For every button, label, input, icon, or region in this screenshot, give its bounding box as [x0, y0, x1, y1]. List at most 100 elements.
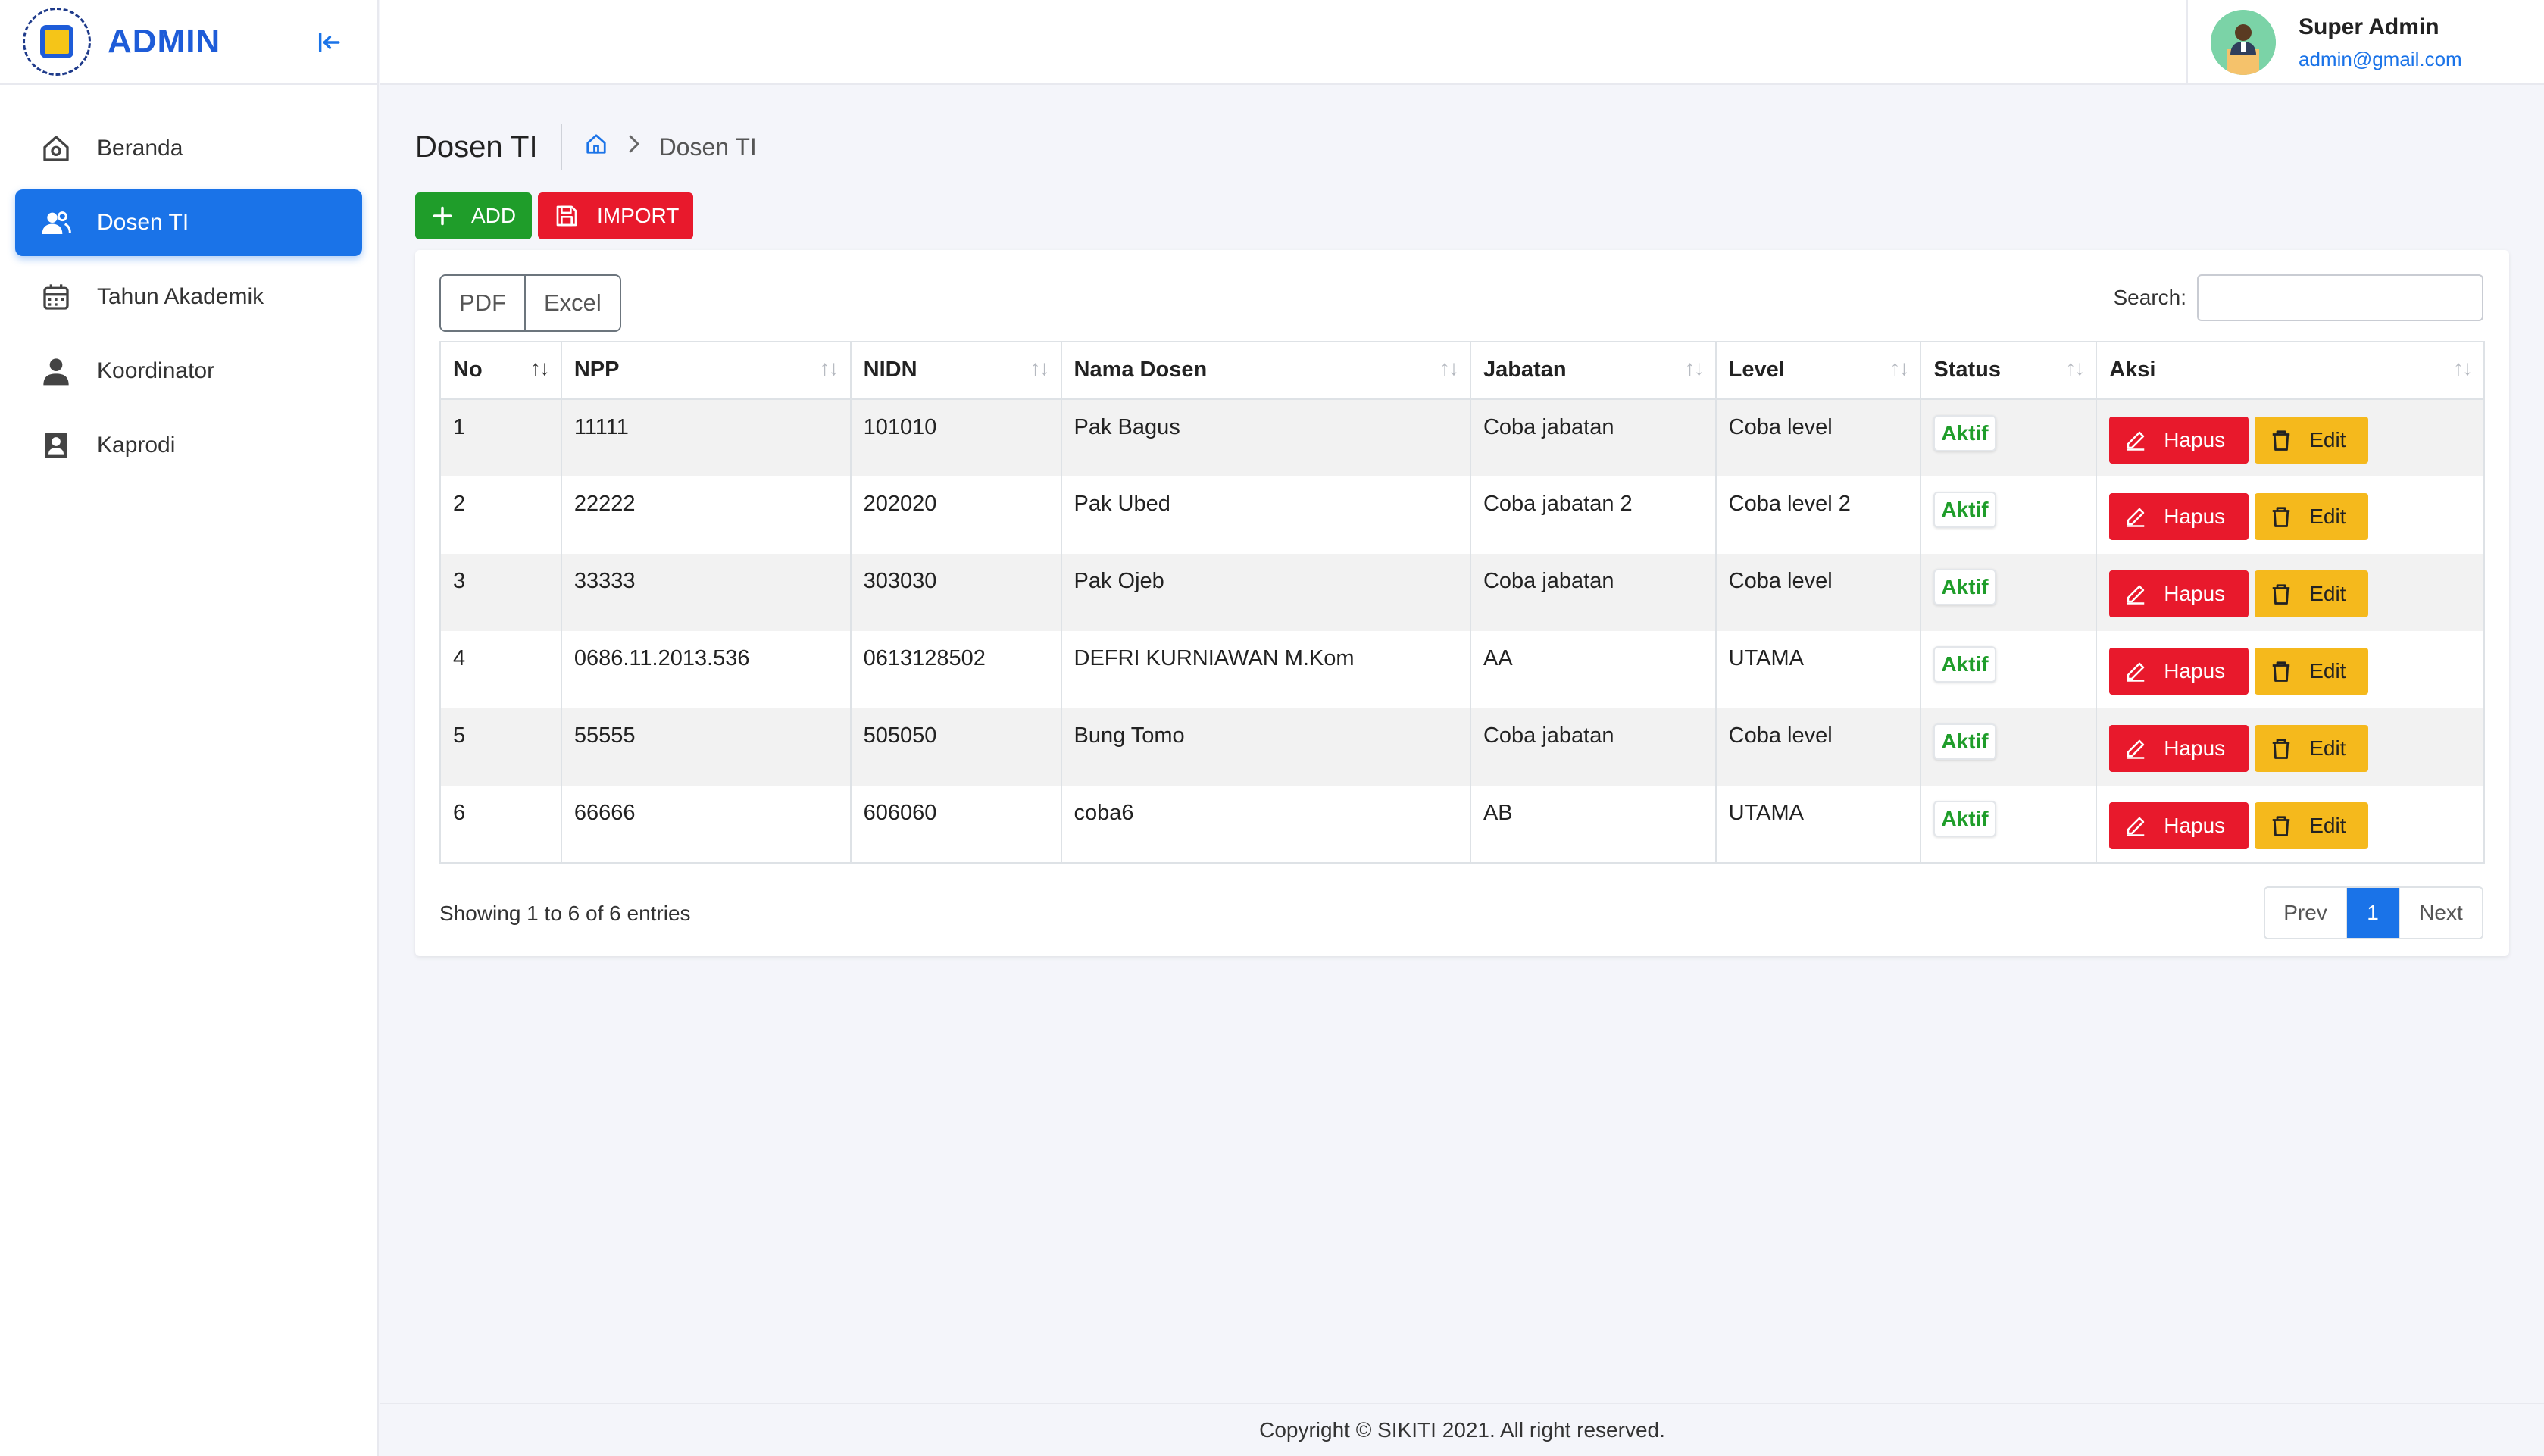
edit-button-label: Edit — [2309, 505, 2346, 528]
column-header-nama-dosen[interactable]: Nama Dosen ↑↓ — [1060, 341, 1471, 400]
sort-asc-icon: ↑↓ — [530, 356, 550, 380]
cell-npp: 66666 — [560, 786, 852, 864]
column-header-npp[interactable]: NPP ↑↓ — [560, 341, 852, 400]
trash-icon — [2270, 429, 2292, 451]
cell-npp: 0686.11.2013.536 — [560, 631, 852, 708]
cell-nidn: 0613128502 — [849, 631, 1062, 708]
export-pdf-button[interactable]: PDF — [441, 276, 524, 330]
column-header-aksi[interactable]: Aksi ↑↓ — [2096, 341, 2485, 400]
hapus-button-label: Hapus — [2164, 659, 2226, 683]
add-button-label: ADD — [471, 204, 517, 227]
cell-npp: 22222 — [560, 476, 852, 554]
search-input[interactable] — [2197, 274, 2483, 321]
sidebar-item-dosen-ti[interactable]: Dosen TI — [15, 189, 362, 256]
table-row: 5 55555 505050 Bung Tomo Coba jabatan Coba le… — [439, 708, 2485, 786]
pencil-icon — [2124, 583, 2147, 605]
cell-level: Coba level 2 — [1714, 476, 1922, 554]
edit-button[interactable]: Edit — [2255, 493, 2369, 540]
copyright-text: Copyright © SIKITI 2021. All right reser… — [1259, 1418, 1665, 1442]
hapus-button[interactable]: Hapus — [2109, 570, 2249, 617]
table-header-row: No ↑↓ NPP ↑↓ NIDN ↑↓ Nama Dosen ↑↓ Jabatan ↑↓… — [439, 341, 2485, 400]
cell-npp: 11111 — [560, 399, 852, 476]
edit-button[interactable]: Edit — [2255, 570, 2369, 617]
cell-nidn: 606060 — [849, 786, 1062, 864]
header-divider — [560, 124, 562, 170]
add-button[interactable]: ADD — [415, 192, 532, 239]
column-header-no[interactable]: No ↑↓ — [439, 341, 562, 400]
cell-level: UTAMA — [1714, 786, 1922, 864]
cell-jabatan: Coba jabatan — [1469, 399, 1717, 476]
cell-jabatan: Coba jabatan 2 — [1469, 476, 1717, 554]
hapus-button[interactable]: Hapus — [2109, 648, 2249, 695]
cell-status: Aktif — [1920, 399, 2098, 476]
sidebar-item-label: Beranda — [97, 136, 183, 161]
edit-button-label: Edit — [2309, 659, 2346, 683]
cell-nama: Pak Bagus — [1060, 399, 1471, 476]
collapse-left-icon — [318, 32, 340, 53]
hapus-button-label: Hapus — [2164, 736, 2226, 760]
page-header: Dosen TI Dosen TI — [415, 120, 757, 174]
hapus-button[interactable]: Hapus — [2109, 802, 2249, 849]
hapus-button-label: Hapus — [2164, 814, 2226, 837]
dosen-table: No ↑↓ NPP ↑↓ NIDN ↑↓ Nama Dosen ↑↓ Jabatan ↑↓… — [439, 341, 2485, 864]
status-badge: Aktif — [1933, 646, 1996, 683]
column-header-status[interactable]: Status ↑↓ — [1920, 341, 2098, 400]
breadcrumb-home-icon[interactable] — [585, 133, 608, 161]
pagination-next-button[interactable]: Next — [2399, 888, 2482, 938]
cell-aksi: Hapus Edit — [2096, 476, 2485, 554]
cell-no: 4 — [439, 631, 562, 708]
save-icon — [555, 204, 579, 228]
table-row: 3 33333 303030 Pak Ojeb Coba jabatan Coba lev… — [439, 554, 2485, 631]
hapus-button[interactable]: Hapus — [2109, 417, 2249, 464]
sort-icon: ↑↓ — [819, 356, 839, 380]
pagination-page-button[interactable]: 1 — [2347, 888, 2399, 938]
avatar — [2211, 10, 2276, 75]
cell-level: UTAMA — [1714, 631, 1922, 708]
edit-button[interactable]: Edit — [2255, 648, 2369, 695]
breadcrumb: Dosen TI — [585, 133, 757, 162]
hapus-button[interactable]: Hapus — [2109, 725, 2249, 772]
import-button-label: IMPORT — [597, 204, 680, 227]
sort-icon: ↑↓ — [1889, 356, 1909, 380]
sidebar-item-label: Dosen TI — [97, 210, 189, 235]
column-header-nidn[interactable]: NIDN ↑↓ — [849, 341, 1062, 400]
cell-level: Coba level — [1714, 708, 1922, 786]
sidebar-item-label: Kaprodi — [97, 433, 176, 458]
sidebar-item-koordinator[interactable]: Koordinator — [15, 338, 362, 405]
import-button[interactable]: IMPORT — [538, 192, 693, 239]
sidebar-item-beranda[interactable]: Beranda — [15, 115, 362, 182]
cell-level: Coba level — [1714, 554, 1922, 631]
status-badge: Aktif — [1933, 415, 1996, 451]
home-icon — [39, 132, 73, 165]
id-card-icon — [39, 429, 73, 462]
footer: Copyright © SIKITI 2021. All right reser… — [380, 1403, 2544, 1456]
edit-button[interactable]: Edit — [2255, 725, 2369, 772]
edit-button-label: Edit — [2309, 814, 2346, 837]
pagination-prev-button[interactable]: Prev — [2265, 888, 2347, 938]
sidebar-item-kaprodi[interactable]: Kaprodi — [15, 412, 362, 479]
sort-icon: ↑↓ — [1684, 356, 1705, 380]
cell-no: 1 — [439, 399, 562, 476]
cell-status: Aktif — [1920, 708, 2098, 786]
cell-nidn: 505050 — [849, 708, 1062, 786]
edit-button[interactable]: Edit — [2255, 417, 2369, 464]
edit-button-label: Edit — [2309, 582, 2346, 605]
plus-icon — [432, 205, 453, 227]
table-row: 1 11111 101010 Pak Bagus Coba jabatan Coba le… — [439, 399, 2485, 476]
column-header-level[interactable]: Level ↑↓ — [1714, 341, 1922, 400]
cell-status: Aktif — [1920, 786, 2098, 864]
cell-aksi: Hapus Edit — [2096, 708, 2485, 786]
export-excel-button[interactable]: Excel — [524, 276, 620, 330]
column-header-jabatan[interactable]: Jabatan ↑↓ — [1469, 341, 1717, 400]
user-menu[interactable]: Super Admin admin@gmail.com — [2186, 0, 2544, 85]
sidebar-item-tahun-akademik[interactable]: Tahun Akademik — [15, 264, 362, 330]
collapse-sidebar-button[interactable] — [308, 21, 350, 64]
edit-button[interactable]: Edit — [2255, 802, 2369, 849]
cell-nama: coba6 — [1060, 786, 1471, 864]
cell-nidn: 303030 — [849, 554, 1062, 631]
sidebar-item-label: Tahun Akademik — [97, 284, 264, 309]
pagination: Prev 1 Next — [2264, 886, 2483, 939]
hapus-button[interactable]: Hapus — [2109, 493, 2249, 540]
cell-jabatan: Coba jabatan — [1469, 554, 1717, 631]
table-info: Showing 1 to 6 of 6 entries — [439, 901, 691, 925]
